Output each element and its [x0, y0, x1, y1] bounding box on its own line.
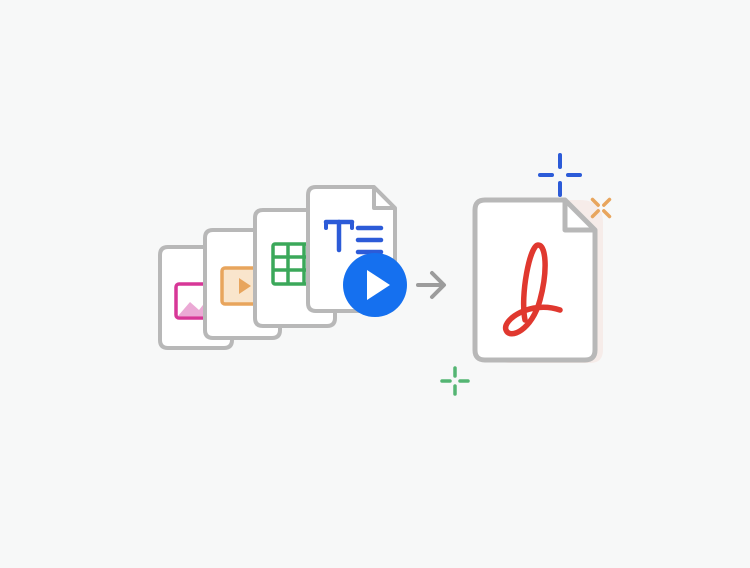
- sparkle-green-icon: [442, 368, 468, 394]
- conversion-illustration: [0, 0, 750, 563]
- play-button[interactable]: [343, 253, 407, 317]
- arrow-right-icon: [418, 273, 444, 297]
- pdf-file-icon: [475, 200, 595, 360]
- sparkle-blue-icon: [540, 155, 580, 195]
